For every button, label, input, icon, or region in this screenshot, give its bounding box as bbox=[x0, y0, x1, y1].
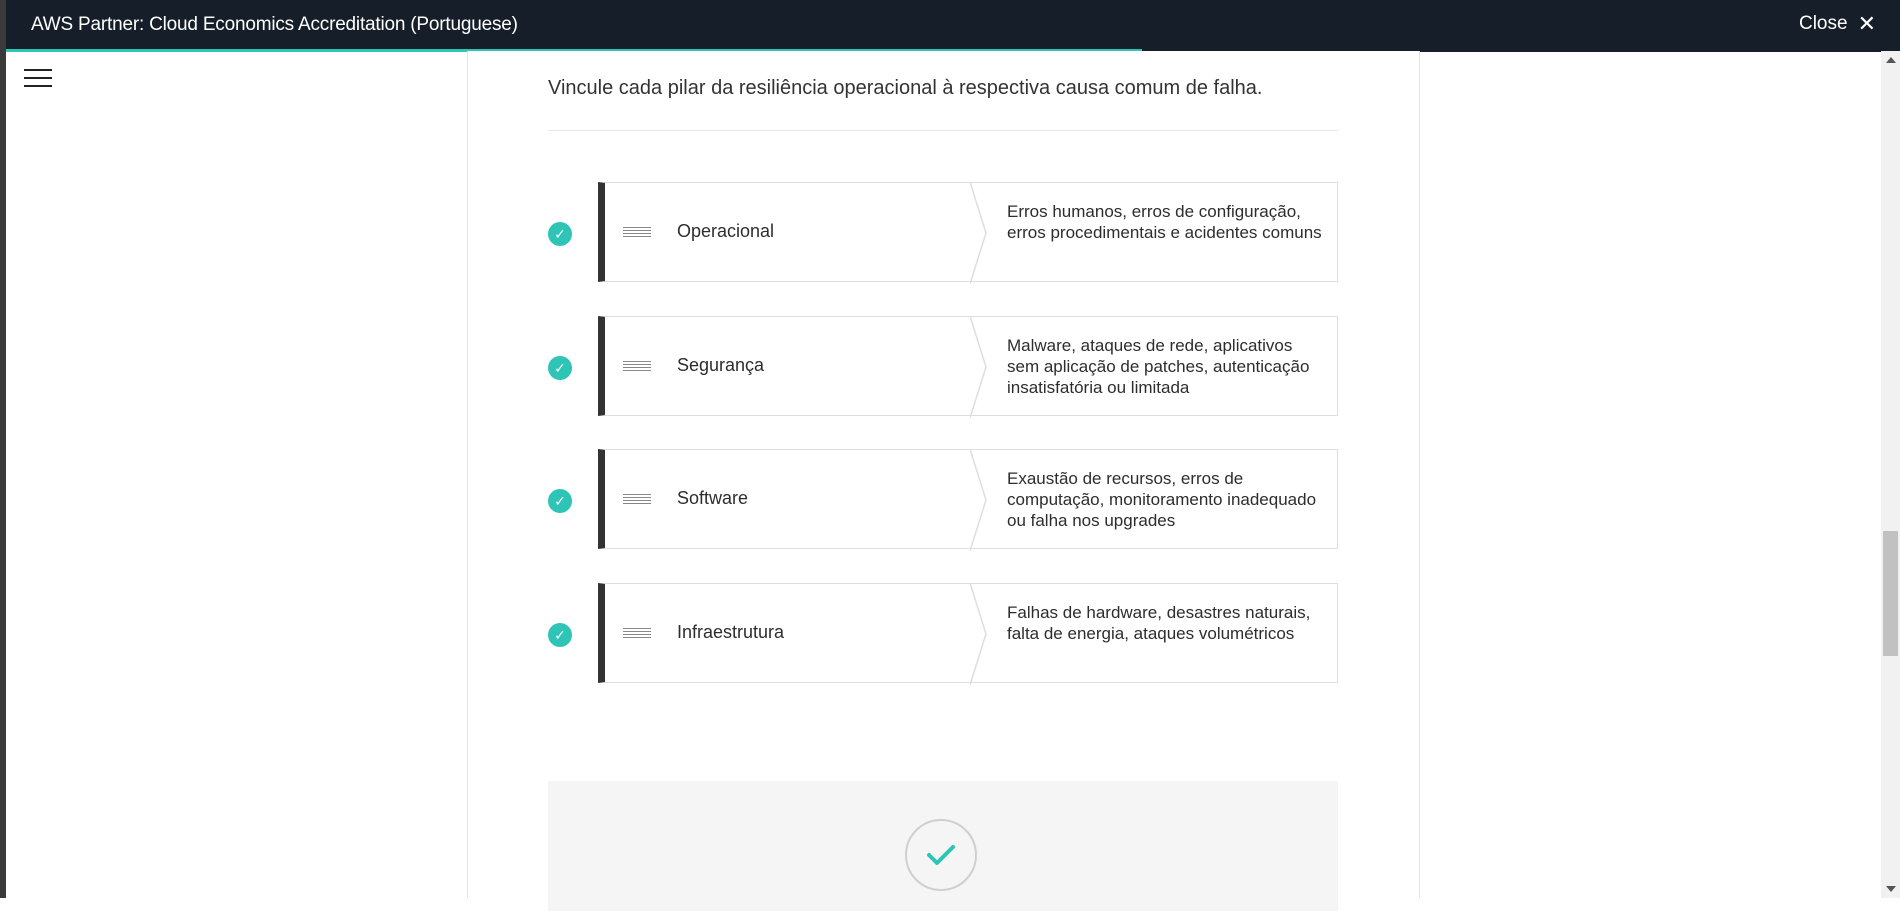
matching-row: ✓ Software Exaustão de recursos, erros d… bbox=[548, 449, 1338, 551]
close-label: Close bbox=[1798, 13, 1848, 34]
check-icon: ✓ bbox=[548, 489, 572, 513]
matching-pair[interactable]: Segurança Malware, ataques de rede, apli… bbox=[598, 316, 1338, 418]
failure-cause: Falhas de hardware, desastres naturais, … bbox=[1007, 603, 1311, 643]
check-icon: ✓ bbox=[548, 623, 572, 647]
close-icon: ✕ bbox=[1857, 11, 1876, 36]
check-icon: ✓ bbox=[548, 222, 572, 246]
matching-row: ✓ Operacional Erros humanos, erros de co… bbox=[548, 182, 1338, 284]
pillar-term: Operacional bbox=[677, 221, 775, 241]
lesson-card: Vincule cada pilar da resiliência operac… bbox=[467, 51, 1420, 911]
header-bar: AWS Partner: Cloud Economics Accreditati… bbox=[6, 0, 1900, 51]
matching-row: ✓ Infraestrutura Falhas de hardware, des… bbox=[548, 583, 1338, 685]
check-icon: ✓ bbox=[548, 356, 572, 380]
course-title: AWS Partner: Cloud Economics Accreditati… bbox=[31, 14, 518, 35]
scroll-up-icon[interactable] bbox=[1886, 57, 1896, 63]
window-edge bbox=[0, 0, 6, 898]
drag-handle-icon[interactable] bbox=[623, 494, 651, 506]
drag-handle-icon[interactable] bbox=[623, 628, 651, 640]
pair-separator bbox=[970, 182, 987, 284]
drag-handle-icon[interactable] bbox=[623, 227, 651, 239]
close-button[interactable]: Close ✕ bbox=[1799, 13, 1876, 35]
scroll-down-icon[interactable] bbox=[1886, 886, 1896, 892]
pillar-term: Segurança bbox=[677, 355, 765, 375]
matching-pair[interactable]: Operacional Erros humanos, erros de conf… bbox=[598, 182, 1338, 284]
pillar-term: Software bbox=[677, 488, 749, 508]
pair-separator bbox=[970, 583, 987, 685]
matching-pair[interactable]: Infraestrutura Falhas de hardware, desas… bbox=[598, 583, 1338, 685]
divider bbox=[548, 130, 1338, 131]
feedback-panel bbox=[548, 781, 1338, 911]
failure-cause: Malware, ataques de rede, aplicativos se… bbox=[1007, 336, 1310, 397]
pair-separator bbox=[970, 449, 987, 551]
matching-row: ✓ Segurança Malware, ataques de rede, ap… bbox=[548, 316, 1338, 418]
failure-cause: Exaustão de recursos, erros de computaçã… bbox=[1007, 469, 1317, 530]
pair-separator bbox=[970, 316, 987, 418]
scrollbar-thumb[interactable] bbox=[1883, 531, 1898, 656]
pillar-term: Infraestrutura bbox=[677, 622, 785, 642]
matching-pair[interactable]: Software Exaustão de recursos, erros de … bbox=[598, 449, 1338, 551]
failure-cause: Erros humanos, erros de configuração, er… bbox=[1007, 202, 1322, 242]
menu-icon[interactable] bbox=[24, 69, 52, 89]
question-instruction: Vincule cada pilar da resiliência operac… bbox=[548, 77, 1263, 99]
scrollbar[interactable] bbox=[1881, 51, 1900, 898]
drag-handle-icon[interactable] bbox=[623, 361, 651, 373]
checkmark-icon bbox=[905, 819, 977, 891]
